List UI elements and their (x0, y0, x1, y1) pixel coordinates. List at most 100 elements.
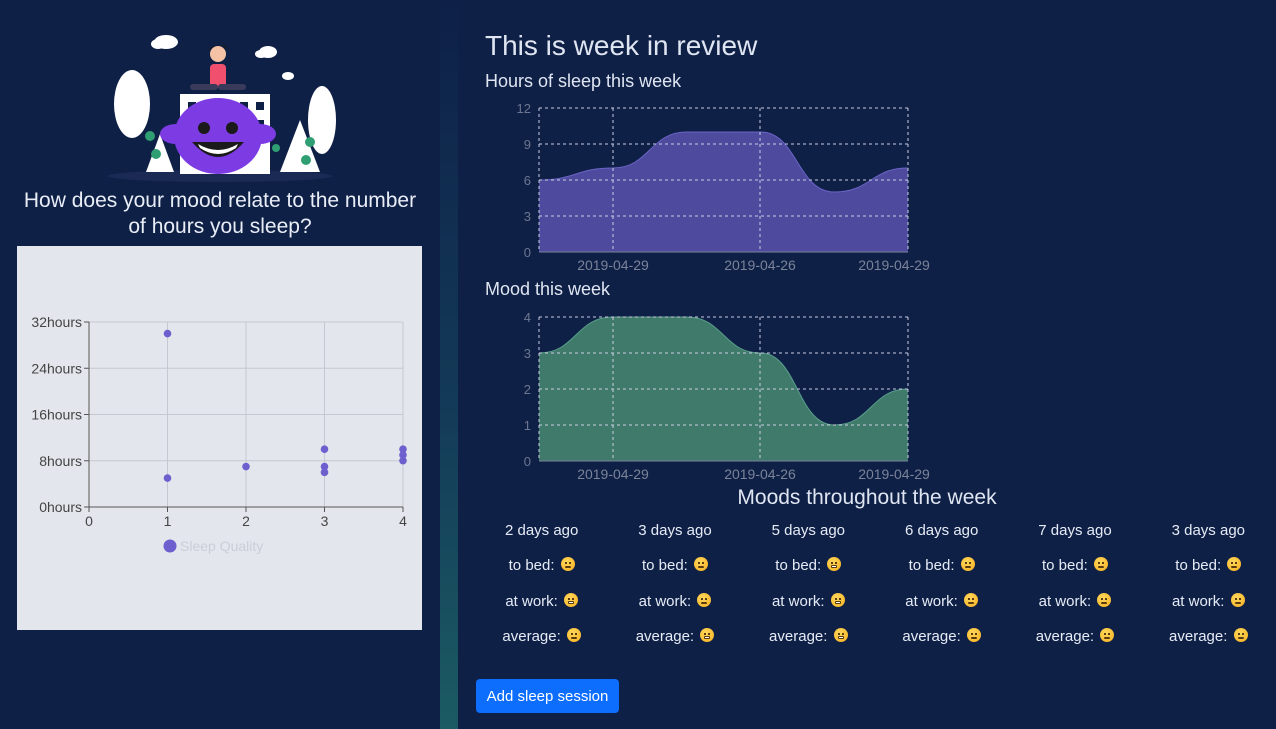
grin-emoji-icon (833, 628, 848, 642)
mood-sleep-question: How does your mood relate to the number … (23, 189, 417, 238)
scatter-x-tick-label: 1 (164, 513, 172, 529)
mood-chart-y-tick-label: 2 (524, 382, 531, 397)
neutral-emoji-icon (1100, 628, 1115, 642)
average-label: average: (1169, 628, 1228, 645)
mood-chart-y-tick-label: 4 (524, 310, 531, 325)
hours-of-sleep-chart: 0 3 6 9 12 2019-04-29 2019-04-26 2019-04-29 (517, 101, 930, 273)
scatter-y-tick-label: 24hours (31, 360, 82, 376)
scatter-y-tick-label: 8hours (39, 453, 82, 469)
slight-smile-emoji-icon (963, 592, 978, 607)
sleep-chart-y-tick-label: 0 (524, 245, 531, 260)
scatter-point (320, 445, 329, 453)
grin-emoji-icon (830, 592, 845, 607)
mood-column: 7 days ago to bed: at work: average: (1008, 518, 1141, 660)
mood-day-label: 6 days ago (904, 522, 979, 539)
slight-smile-emoji-icon (1233, 628, 1248, 642)
average-row: average: (875, 624, 1008, 660)
scatter-point (320, 468, 329, 477)
mood-chart: 0 1 2 3 4 2019-04-29 2019-04-26 2019-04-29 (524, 310, 930, 482)
grin-emoji-icon (827, 557, 842, 571)
average-label: average: (635, 628, 695, 645)
average-label: average: (1035, 628, 1095, 645)
at-work-row: at work: (742, 589, 875, 625)
at-work-label: at work: (905, 592, 958, 610)
mood-chart-x-tick-label: 2019-04-29 (577, 466, 649, 482)
legend-swatch (163, 539, 177, 553)
slight-smile-emoji-icon (694, 557, 709, 571)
legend-label: Sleep Quality (180, 538, 263, 554)
sleep-chart-x-tick-label: 2019-04-29 (858, 257, 930, 273)
to-bed-label: to bed: (508, 557, 555, 574)
scatter-x-tick-label: 3 (321, 513, 329, 529)
scatter-point (242, 462, 250, 471)
average-label: average: (502, 628, 561, 645)
mood-day-label: 3 days ago (638, 522, 712, 539)
to-bed-label: to bed: (641, 557, 688, 574)
to-bed-label: to bed: (1175, 557, 1222, 574)
sleep-chart-area (539, 132, 908, 252)
at-work-row: at work: (475, 589, 608, 625)
at-work-label: at work: (505, 592, 558, 610)
sleep-chart-y-tick-label: 6 (524, 173, 531, 188)
average-row: average: (1008, 624, 1141, 660)
average-row: average: (608, 624, 741, 660)
mood-column: 3 days ago to bed: at work: average: (608, 518, 741, 660)
to-bed-label: to bed: (1041, 557, 1088, 574)
neutral-emoji-icon (1094, 557, 1108, 571)
sleep-quality-scatter-chart: 32hours 24hours 16hours 8hours 0hours0 1 2 3 4 Sl… (31, 314, 407, 554)
at-work-label: at work: (1038, 592, 1092, 610)
mood-day-label: 2 days ago (504, 522, 579, 539)
to-bed-row: to bed: (875, 553, 1008, 589)
scatter-point (399, 456, 407, 465)
to-bed-row: to bed: (1008, 553, 1141, 589)
slight-smile-emoji-icon (566, 628, 581, 642)
average-label: average: (902, 628, 961, 645)
to-bed-label: to bed: (908, 557, 955, 574)
neutral-emoji-icon (1227, 557, 1242, 571)
panel-divider (440, 0, 458, 729)
mood-chart-y-tick-label: 0 (524, 454, 531, 469)
mood-column: 2 days ago to bed: at work: average: (475, 518, 608, 660)
mood-chart-x-tick-label: 2019-04-26 (724, 466, 796, 482)
sleep-chart-title: Hours of sleep this week (485, 71, 682, 91)
scatter-point (163, 474, 172, 482)
mood-day-label: 5 days ago (771, 522, 846, 539)
scatter-point (163, 329, 172, 338)
moods-grid: 2 days ago to bed: at work: average: 3 d… (475, 518, 1275, 660)
scatter-x-tick-label: 4 (399, 513, 407, 529)
sleep-chart-y-tick-label: 12 (517, 101, 531, 116)
add-sleep-session-button[interactable]: Add sleep session (476, 679, 619, 713)
mood-chart-x-tick-label: 2019-04-29 (858, 466, 930, 482)
mood-column: 6 days ago to bed: at work: average: (875, 518, 1008, 660)
mood-column: 5 days ago to bed: at work: average: (742, 518, 875, 660)
grin-emoji-icon (564, 592, 578, 607)
at-work-row: at work: (1008, 589, 1141, 625)
grin-emoji-icon (700, 628, 715, 642)
at-work-row: at work: (1142, 589, 1275, 625)
scatter-chart-card: 32hours 24hours 16hours 8hours 0hours 0 1 2 3 4 Sl… (17, 246, 422, 630)
to-bed-row: to bed: (608, 553, 741, 589)
left-panel: How does your mood relate to the number … (0, 0, 440, 729)
sleep-chart-y-tick-label: 9 (524, 137, 531, 152)
scatter-x-tick-label: 2 (242, 513, 250, 529)
neutral-emoji-icon (1097, 592, 1112, 607)
scatter-x-tick-label: 0 (85, 513, 93, 529)
at-work-row: at work: (608, 589, 741, 625)
mood-chart-title: Mood this week (485, 279, 611, 299)
scatter-y-tick-label: 32hours (31, 314, 82, 330)
slight-smile-emoji-icon (697, 592, 712, 607)
scatter-y-tick-label: 16hours (31, 407, 82, 423)
to-bed-row: to bed: (742, 553, 875, 589)
slight-smile-emoji-icon (560, 557, 575, 571)
slight-smile-emoji-icon (960, 557, 975, 571)
right-panel: This is week in review Hours of sleep th… (458, 0, 1276, 729)
slight-smile-emoji-icon (1230, 592, 1245, 607)
sleep-monster-illustration (108, 35, 336, 182)
average-row: average: (475, 624, 608, 660)
at-work-label: at work: (1171, 592, 1225, 610)
to-bed-row: to bed: (1142, 553, 1275, 589)
average-row: average: (1142, 624, 1275, 660)
mood-day-label: 3 days ago (1171, 522, 1245, 539)
page-title: This is week in review (485, 30, 758, 61)
to-bed-row: to bed: (475, 553, 608, 589)
